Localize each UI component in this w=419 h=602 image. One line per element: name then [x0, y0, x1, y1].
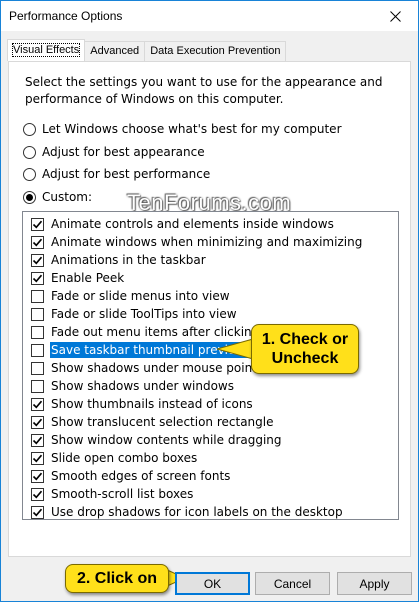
checkbox[interactable] — [31, 415, 44, 429]
setting-item[interactable]: Fade or slide menus into view — [31, 287, 231, 305]
radio-label: Custom: — [42, 190, 93, 204]
setting-label: Show translucent selection rectangle — [51, 415, 274, 429]
setting-label: Smooth-scroll list boxes — [51, 487, 194, 501]
setting-item[interactable]: Smooth edges of screen fonts — [31, 467, 231, 485]
performance-options-dialog: Performance Options Visual Effects Advan… — [0, 0, 419, 602]
tab-advanced[interactable]: Advanced — [84, 41, 146, 61]
setting-item[interactable]: Smooth-scroll list boxes — [31, 485, 194, 503]
checkbox[interactable] — [31, 397, 44, 411]
setting-item[interactable]: Fade or slide ToolTips into view — [31, 305, 238, 323]
setting-item[interactable]: Show shadows under mouse pointer — [31, 359, 270, 377]
apply-button[interactable]: Apply — [337, 572, 412, 595]
checkmark-icon — [32, 454, 43, 462]
tab-data-execution-prevention[interactable]: Data Execution Prevention — [144, 41, 287, 61]
checkbox[interactable] — [31, 235, 44, 249]
setting-item[interactable]: Animate windows when minimizing and maxi… — [31, 233, 363, 251]
callout-check-uncheck: 1. Check or Uncheck — [251, 324, 359, 374]
setting-label: Show shadows under windows — [51, 379, 234, 393]
radio-let-windows-choose[interactable]: Let Windows choose what's best for my co… — [23, 120, 342, 138]
setting-item[interactable]: Enable Peek — [31, 269, 125, 287]
description-text: Select the settings you want to use for … — [25, 75, 383, 106]
radio-button[interactable] — [23, 145, 36, 159]
checkmark-icon — [32, 256, 43, 264]
checkbox[interactable] — [31, 325, 44, 339]
checkbox[interactable] — [31, 289, 44, 303]
radio-button[interactable] — [23, 190, 36, 204]
checkmark-icon — [32, 472, 43, 480]
setting-label: Enable Peek — [51, 271, 125, 285]
title-bar[interactable]: Performance Options — [1, 1, 418, 31]
close-button[interactable] — [372, 1, 418, 31]
window-title: Performance Options — [9, 9, 123, 23]
checkmark-icon — [32, 436, 43, 444]
radio-label: Adjust for best performance — [42, 167, 211, 181]
checkmark-icon — [32, 238, 43, 246]
tab-visual-effects[interactable]: Visual Effects — [7, 39, 86, 61]
checkmark-icon — [32, 274, 43, 282]
checkmark-icon — [32, 220, 43, 228]
checkbox[interactable] — [31, 307, 44, 321]
setting-item[interactable]: Animate controls and elements inside win… — [31, 215, 335, 233]
tab-label: Advanced — [90, 45, 140, 57]
callout-text: 1. Check or — [261, 331, 349, 348]
checkmark-icon — [32, 508, 43, 516]
setting-item[interactable]: Slide open combo boxes — [31, 449, 198, 467]
setting-item[interactable]: Show window contents while dragging — [31, 431, 283, 449]
setting-label: Animations in the taskbar — [51, 253, 206, 267]
setting-label: Animate windows when minimizing and maxi… — [51, 235, 363, 249]
setting-item[interactable]: Animations in the taskbar — [31, 251, 207, 269]
checkmark-icon — [32, 418, 43, 426]
setting-label: Fade or slide menus into view — [51, 289, 230, 303]
tab-strip: Visual Effects Advanced Data Execution P… — [7, 39, 287, 61]
callout-click-on: 2. Click on — [65, 564, 169, 593]
checkmark-icon — [32, 490, 43, 498]
radio-button[interactable] — [23, 167, 36, 181]
cancel-button[interactable]: Cancel — [255, 572, 330, 595]
setting-label: Show thumbnails instead of icons — [51, 397, 253, 411]
setting-label: Use drop shadows for icon labels on the … — [51, 505, 343, 519]
setting-label: Fade or slide ToolTips into view — [51, 307, 237, 321]
ok-button[interactable]: OK — [175, 572, 250, 595]
setting-item[interactable]: Use drop shadows for icon labels on the … — [31, 503, 344, 521]
checkbox[interactable] — [31, 451, 44, 465]
checkbox[interactable] — [31, 487, 44, 501]
checkbox[interactable] — [31, 505, 44, 519]
callout-text: Uncheck — [271, 350, 339, 367]
checkbox[interactable] — [31, 433, 44, 447]
tab-label: Data Execution Prevention — [150, 45, 281, 57]
setting-label: Animate controls and elements inside win… — [51, 217, 334, 231]
checkbox[interactable] — [31, 253, 44, 267]
checkbox[interactable] — [31, 361, 44, 375]
setting-item[interactable]: Show translucent selection rectangle — [31, 413, 275, 431]
setting-label: Show shadows under mouse pointer — [51, 361, 270, 375]
close-icon — [389, 10, 401, 22]
checkbox[interactable] — [31, 217, 44, 231]
setting-label: Smooth edges of screen fonts — [51, 469, 231, 483]
setting-label: Show window contents while dragging — [51, 433, 282, 447]
tab-label: Visual Effects — [11, 43, 81, 57]
checkbox[interactable] — [31, 343, 44, 357]
checkmark-icon — [32, 400, 43, 408]
setting-item[interactable]: Show thumbnails instead of icons — [31, 395, 254, 413]
radio-custom[interactable]: Custom: — [23, 188, 92, 206]
radio-best-performance[interactable]: Adjust for best performance — [23, 165, 210, 183]
radio-label: Let Windows choose what's best for my co… — [42, 122, 342, 136]
setting-item[interactable]: Show shadows under windows — [31, 377, 235, 395]
checkbox[interactable] — [31, 379, 44, 393]
checkbox[interactable] — [31, 271, 44, 285]
radio-label: Adjust for best appearance — [42, 145, 205, 159]
radio-best-appearance[interactable]: Adjust for best appearance — [23, 143, 205, 161]
checkbox[interactable] — [31, 469, 44, 483]
setting-label: Slide open combo boxes — [51, 451, 198, 465]
visual-effects-panel: Select the settings you want to use for … — [8, 61, 411, 557]
radio-button[interactable] — [23, 122, 36, 136]
